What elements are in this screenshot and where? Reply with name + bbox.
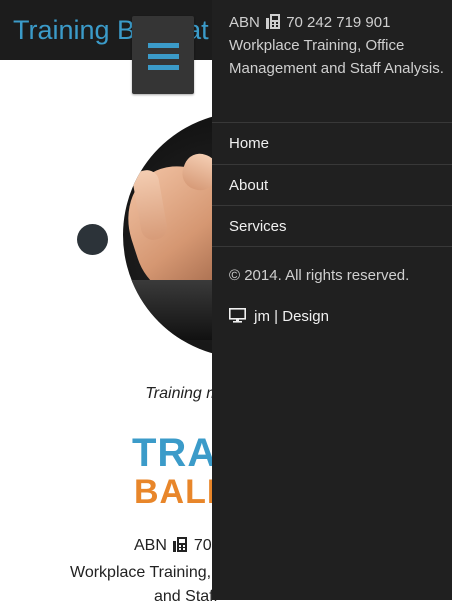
fax-icon xyxy=(266,14,281,29)
panel-abn-label: ABN xyxy=(229,14,260,31)
design-credit-link[interactable]: jm | Design xyxy=(229,308,329,325)
nav-item-label: About xyxy=(229,177,269,194)
nav-item-services[interactable]: Services xyxy=(212,205,452,247)
fax-icon xyxy=(173,537,188,552)
nav-divider xyxy=(212,246,452,247)
slider-dot[interactable] xyxy=(77,224,108,255)
nav-item-about[interactable]: About xyxy=(212,164,452,206)
abn-label: ABN xyxy=(134,537,167,554)
nav-item-label: Home xyxy=(229,135,270,152)
panel-company-info: ABN 70 242 719 901 Workplace Training, O… xyxy=(229,11,444,80)
hamburger-menu-icon xyxy=(148,43,179,48)
nav-item-label: Services xyxy=(229,218,287,235)
hamburger-menu-button[interactable] xyxy=(132,16,194,94)
panel-description: Workplace Training, Office Management an… xyxy=(229,37,444,77)
nav-item-home[interactable]: Home xyxy=(212,122,452,164)
main-description-line2: and Staff xyxy=(154,588,218,605)
side-menu-panel: ABN 70 242 719 901 Workplace Training, O… xyxy=(212,0,452,600)
copyright-text: © 2014. All rights reserved. xyxy=(229,267,410,284)
monitor-icon xyxy=(229,308,246,323)
design-credit-label: jm | Design xyxy=(254,308,329,325)
panel-abn-number: 70 242 719 901 xyxy=(286,14,391,31)
